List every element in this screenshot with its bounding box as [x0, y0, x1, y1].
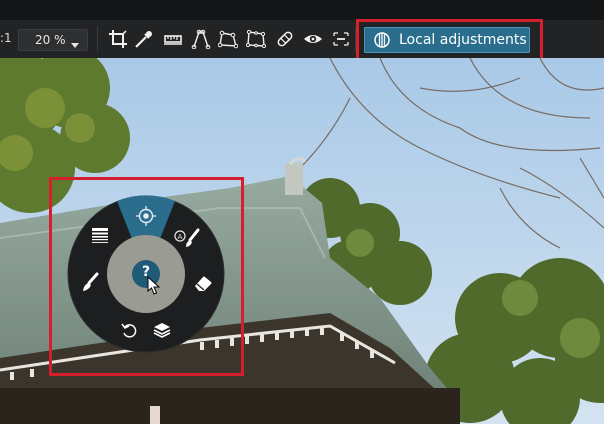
- perspective-rect-icon[interactable]: [218, 29, 238, 49]
- zoom-value: 20 %: [35, 33, 66, 47]
- toolbar-divider: [97, 26, 98, 52]
- perspective-eight-point-icon[interactable]: [246, 29, 266, 49]
- highlight-box-radial-menu: [49, 177, 244, 376]
- zoom-select[interactable]: 20 %: [18, 29, 88, 51]
- watermark-icon[interactable]: [331, 29, 351, 49]
- highlight-box-local-adjustments: [356, 19, 543, 62]
- color-picker-icon[interactable]: [134, 29, 154, 49]
- straighten-icon[interactable]: [163, 29, 183, 49]
- perspective-vertical-icon[interactable]: [191, 29, 211, 49]
- red-eye-icon[interactable]: [303, 29, 323, 49]
- chevron-down-icon: [70, 35, 80, 54]
- title-bar: [0, 0, 604, 20]
- zoom-ratio-label: :1: [0, 31, 12, 45]
- repair-bandage-icon[interactable]: [275, 29, 295, 49]
- crop-icon[interactable]: [108, 29, 128, 49]
